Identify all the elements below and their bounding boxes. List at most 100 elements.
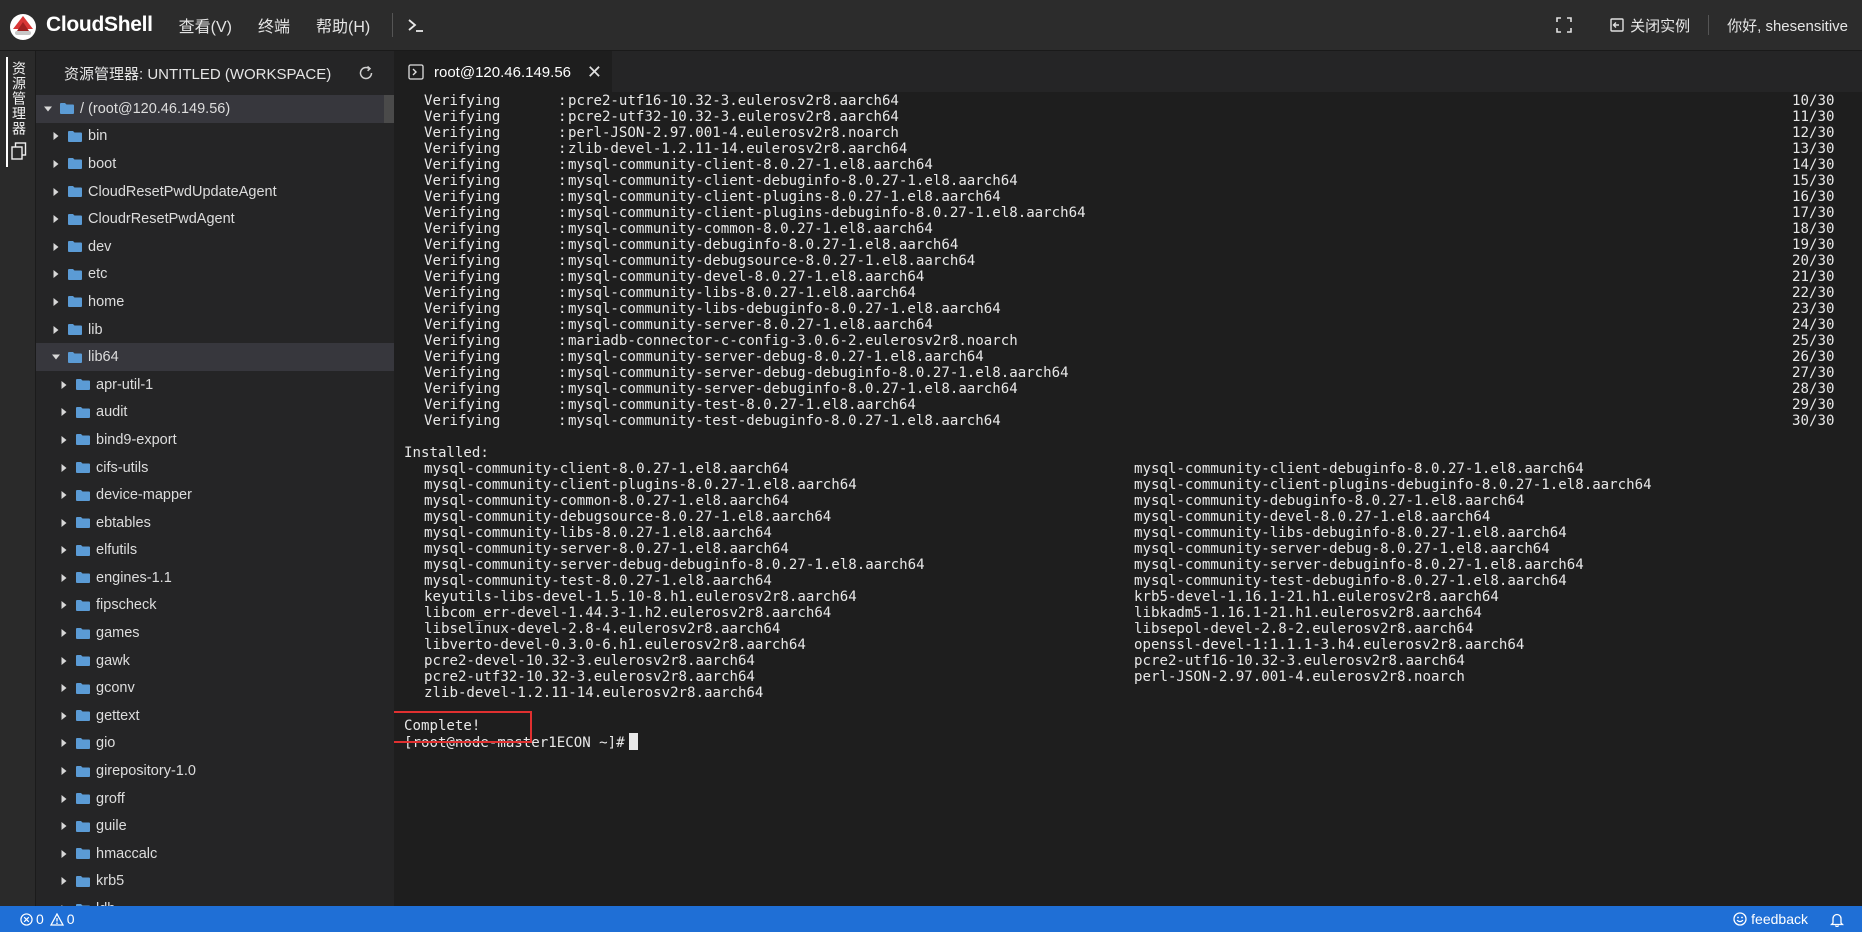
logo: CloudShell: [6, 8, 153, 42]
close-instance-button[interactable]: 关闭实例: [1610, 15, 1690, 36]
tree-item[interactable]: boot: [36, 150, 394, 178]
tree-item-label: groff: [96, 790, 125, 807]
caret-right-icon[interactable]: [60, 629, 68, 638]
refresh-icon[interactable]: [358, 65, 374, 81]
explorer-activity-button[interactable]: 资源管理器: [6, 57, 30, 167]
tree-item-label: engines-1.1: [96, 569, 172, 586]
caret-right-icon[interactable]: [52, 297, 60, 306]
caret-right-icon[interactable]: [60, 794, 68, 803]
tree-item[interactable]: gio: [36, 730, 394, 758]
tree-item[interactable]: home: [36, 288, 394, 316]
explorer-header: 资源管理器: UNTITLED (WORKSPACE): [36, 51, 394, 95]
caret-right-icon[interactable]: [60, 573, 68, 582]
folder-icon: [76, 875, 90, 887]
terminal-output[interactable]: Verifying: pcre2-utf16-10.32-3.eulerosv2r…: [394, 92, 1862, 906]
caret-right-icon[interactable]: [60, 380, 68, 389]
folder-icon: [68, 351, 82, 363]
caret-right-icon[interactable]: [60, 877, 68, 886]
caret-down-icon[interactable]: [44, 105, 52, 113]
folder-icon: [76, 544, 90, 556]
caret-right-icon[interactable]: [60, 435, 68, 444]
caret-right-icon[interactable]: [60, 849, 68, 858]
tree-item[interactable]: ldb: [36, 895, 394, 906]
tree-item[interactable]: CloudrResetPwdAgent: [36, 205, 394, 233]
files-icon: [11, 142, 27, 160]
caret-down-icon[interactable]: [52, 353, 60, 361]
tree-item[interactable]: apr-util-1: [36, 371, 394, 399]
caret-right-icon[interactable]: [60, 711, 68, 720]
tree-item[interactable]: gawk: [36, 647, 394, 675]
caret-right-icon[interactable]: [52, 242, 60, 251]
top-bar: CloudShell 查看(V) 终端 帮助(H) 关闭实例 你好, shese…: [0, 0, 1862, 51]
tree-item-label: guile: [96, 818, 127, 835]
caret-right-icon[interactable]: [52, 159, 60, 168]
menu-terminal[interactable]: 终端: [258, 13, 290, 37]
tree-item[interactable]: CloudResetPwdUpdateAgent: [36, 178, 394, 206]
user-greeting[interactable]: 你好, shesensitive: [1727, 15, 1848, 36]
tree-item-label: dev: [88, 238, 112, 255]
caret-right-icon[interactable]: [60, 822, 68, 831]
tree-item-label: fipscheck: [96, 597, 157, 614]
folder-icon: [68, 296, 82, 308]
caret-right-icon[interactable]: [60, 767, 68, 776]
menu-help[interactable]: 帮助(H): [316, 13, 370, 37]
new-terminal-button[interactable]: [407, 17, 425, 33]
tree-item[interactable]: fipscheck: [36, 592, 394, 620]
verify-package: mysql-community-test-debuginfo-8.0.27-1.…: [568, 413, 1001, 429]
caret-right-icon[interactable]: [60, 739, 68, 748]
feedback-button[interactable]: feedback: [1733, 911, 1808, 927]
tree-item-label: ebtables: [96, 514, 151, 531]
tree-item[interactable]: audit: [36, 399, 394, 427]
tree-item[interactable]: gettext: [36, 702, 394, 730]
explorer-activity-label: 资源管理器: [11, 61, 27, 136]
tree-item-label: bind9-export: [96, 431, 177, 448]
tree-item[interactable]: lib64: [36, 343, 394, 371]
tree-item-label: hmaccalc: [96, 845, 158, 862]
tree-item[interactable]: lib: [36, 316, 394, 344]
terminal-scrollbar[interactable]: [1850, 92, 1862, 906]
caret-right-icon[interactable]: [52, 325, 60, 334]
sidebar-scrollbar[interactable]: [384, 95, 394, 123]
caret-right-icon[interactable]: [60, 463, 68, 472]
menu-view[interactable]: 查看(V): [179, 13, 232, 37]
tab-terminal[interactable]: root@120.46.149.56 ✕: [394, 51, 612, 92]
caret-right-icon[interactable]: [60, 491, 68, 500]
warning-count: 0: [66, 911, 75, 927]
caret-right-icon[interactable]: [52, 132, 60, 141]
complete-highlight-box: [394, 711, 532, 743]
tree-item[interactable]: etc: [36, 261, 394, 289]
tree-item[interactable]: girepository-1.0: [36, 757, 394, 785]
tree-item[interactable]: / (root@120.46.149.56): [36, 95, 394, 123]
tree-item[interactable]: hmaccalc: [36, 840, 394, 868]
tree-item[interactable]: guile: [36, 812, 394, 840]
bell-icon[interactable]: [1830, 912, 1844, 927]
caret-right-icon[interactable]: [52, 187, 60, 196]
tree-item[interactable]: krb5: [36, 868, 394, 896]
tree-item[interactable]: cifs-utils: [36, 454, 394, 482]
tree-item[interactable]: groff: [36, 785, 394, 813]
tree-item[interactable]: ebtables: [36, 509, 394, 537]
tree-item[interactable]: dev: [36, 233, 394, 261]
fullscreen-icon[interactable]: [1556, 17, 1572, 33]
folder-icon: [60, 103, 74, 115]
tree-item[interactable]: engines-1.1: [36, 564, 394, 592]
caret-right-icon[interactable]: [60, 518, 68, 527]
caret-right-icon[interactable]: [52, 270, 60, 279]
caret-right-icon[interactable]: [60, 656, 68, 665]
tree-item[interactable]: device-mapper: [36, 481, 394, 509]
problems-indicator[interactable]: 0 0: [0, 911, 81, 927]
tree-item[interactable]: bind9-export: [36, 426, 394, 454]
caret-right-icon[interactable]: [60, 408, 68, 417]
tree-item[interactable]: bin: [36, 123, 394, 151]
verify-count: 30/30: [1792, 413, 1835, 429]
tree-item[interactable]: elfutils: [36, 537, 394, 565]
caret-right-icon[interactable]: [60, 601, 68, 610]
tree-item[interactable]: games: [36, 619, 394, 647]
caret-right-icon[interactable]: [60, 684, 68, 693]
tab-terminal-label: root@120.46.149.56: [434, 63, 571, 81]
caret-right-icon[interactable]: [60, 546, 68, 555]
cloudshell-app: CloudShell 查看(V) 终端 帮助(H) 关闭实例 你好, shese…: [0, 0, 1862, 932]
caret-right-icon[interactable]: [52, 215, 60, 224]
tab-close-icon[interactable]: ✕: [587, 62, 602, 83]
tree-item[interactable]: gconv: [36, 674, 394, 702]
